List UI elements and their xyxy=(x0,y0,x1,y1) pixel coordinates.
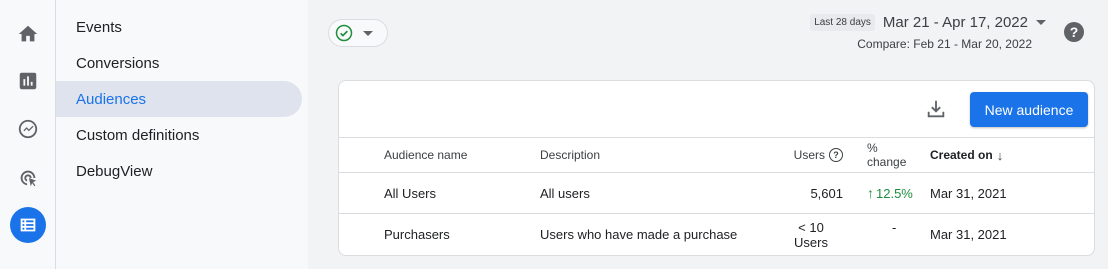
audience-created: Mar 31, 2021 xyxy=(930,227,1007,242)
date-preset-chip: Last 28 days xyxy=(810,14,875,31)
chevron-down-icon[interactable] xyxy=(1036,20,1046,25)
audiences-table-card: New audience Audience name Description U… xyxy=(338,80,1095,256)
configure-icon[interactable] xyxy=(10,207,46,243)
main-content: Last 28 days Mar 21 - Apr 17, 2022 Compa… xyxy=(308,0,1108,269)
column-header-created-label: Created on xyxy=(930,148,993,162)
reports-icon[interactable] xyxy=(10,63,46,99)
audience-name[interactable]: All Users xyxy=(384,173,436,213)
icon-rail xyxy=(0,0,56,269)
help-circle-icon[interactable]: ? xyxy=(829,148,843,162)
nav-item-audiences[interactable]: Audiences xyxy=(56,81,302,117)
download-icon[interactable] xyxy=(925,98,947,120)
column-header-name[interactable]: Audience name xyxy=(384,138,467,172)
nav-item-events[interactable]: Events xyxy=(56,9,302,45)
nav-item-debugview[interactable]: DebugView xyxy=(56,153,302,189)
audience-users-line1: < 10 xyxy=(798,219,824,235)
explore-icon[interactable] xyxy=(10,111,46,147)
table-row[interactable]: All Users All users 5,601 ↑ 12.5% Mar 31… xyxy=(339,173,1094,214)
audience-users: < 10 Users xyxy=(779,214,843,255)
advertising-icon[interactable] xyxy=(10,160,46,196)
audience-description: Users who have made a purchase xyxy=(540,227,738,242)
help-icon[interactable]: ? xyxy=(1064,22,1084,42)
audience-change-value: 12.5% xyxy=(876,185,913,201)
chevron-down-icon xyxy=(363,30,373,36)
audience-change: - xyxy=(892,220,897,235)
audience-change: ↑ 12.5% xyxy=(867,173,917,213)
column-header-users[interactable]: Users ? xyxy=(779,138,843,172)
audience-users: 5,601 xyxy=(810,185,843,201)
table-row[interactable]: Purchasers Users who have made a purchas… xyxy=(339,214,1094,255)
nav-item-custom-definitions[interactable]: Custom definitions xyxy=(56,117,302,153)
nav-item-conversions[interactable]: Conversions xyxy=(56,45,302,81)
compare-range: Compare: Feb 21 - Mar 20, 2022 xyxy=(857,37,1032,51)
column-header-users-label: Users xyxy=(793,148,825,162)
admin-nav: Events Conversions Audiences Custom defi… xyxy=(56,0,308,269)
date-range-picker[interactable]: Last 28 days Mar 21 - Apr 17, 2022 Compa… xyxy=(810,14,1046,51)
column-header-description[interactable]: Description xyxy=(540,138,600,172)
audience-description: All users xyxy=(540,185,590,201)
audience-users-line2: Users xyxy=(794,234,828,250)
column-header-created[interactable]: Created on ↓ xyxy=(930,138,1003,172)
new-audience-button[interactable]: New audience xyxy=(970,92,1088,127)
audience-created: Mar 31, 2021 xyxy=(930,185,1007,201)
card-toolbar: New audience xyxy=(339,81,1094,138)
home-icon[interactable] xyxy=(10,16,46,52)
check-circle-icon xyxy=(335,24,353,42)
arrow-up-icon: ↑ xyxy=(867,185,874,201)
table-header: Audience name Description Users ? % chan… xyxy=(339,138,1094,173)
date-range-value[interactable]: Mar 21 - Apr 17, 2022 xyxy=(883,14,1028,31)
property-status-dropdown[interactable] xyxy=(328,19,388,47)
audience-name[interactable]: Purchasers xyxy=(384,214,450,255)
column-header-change[interactable]: % change xyxy=(867,138,917,172)
sort-descending-icon: ↓ xyxy=(996,147,1004,163)
